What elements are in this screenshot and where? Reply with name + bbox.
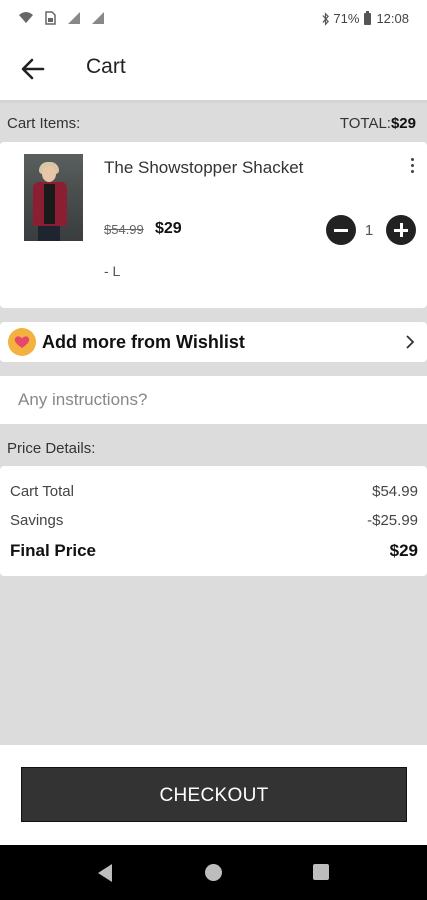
bluetooth-icon — [322, 11, 330, 26]
instructions-input[interactable] — [0, 376, 427, 424]
final-price-row: Final Price $29 — [10, 541, 418, 561]
final-price-value: $29 — [389, 541, 418, 560]
checkout-bar: CHECKOUT — [0, 745, 427, 845]
wishlist-label[interactable]: Add more from Wishlist — [42, 332, 245, 353]
decrease-quantity-button[interactable] — [326, 215, 356, 245]
sim-icon — [45, 11, 56, 25]
checkout-button[interactable]: CHECKOUT — [21, 767, 407, 822]
quantity-value: 1 — [364, 222, 374, 239]
increase-quantity-button[interactable] — [386, 215, 416, 245]
heart-icon — [8, 328, 36, 356]
savings-row: Savings -$25.99 — [10, 512, 418, 529]
product-image[interactable] — [24, 154, 83, 241]
sale-price: $29 — [155, 220, 182, 237]
price-details-label: Price Details: — [7, 440, 96, 457]
status-icons-left — [18, 10, 106, 26]
original-price: $54.99 — [104, 222, 144, 237]
clock: 12:08 — [376, 11, 409, 26]
cart-items-header: Cart Items: TOTAL:$29 — [0, 103, 427, 141]
final-price-label: Final Price — [10, 541, 96, 560]
more-options-icon[interactable] — [409, 158, 415, 174]
cart-items-label: Cart Items: — [7, 115, 81, 132]
cart-total-value: $54.99 — [372, 483, 418, 500]
battery-percent: 71% — [333, 11, 360, 26]
product-size: - L — [104, 263, 121, 279]
signal-icon — [92, 12, 104, 24]
instructions-container — [0, 376, 427, 424]
cart-item-card[interactable]: The Showstopper Shacket $54.99 $29 1 - L — [0, 142, 427, 308]
page-title: Cart — [86, 55, 126, 78]
price-details-header: Price Details: — [0, 428, 427, 466]
cart-total-summary: TOTAL:$29 — [340, 115, 416, 132]
total-label: TOTAL: — [339, 115, 391, 132]
status-bar: 71% 12:08 — [0, 0, 427, 38]
wifi-icon — [19, 12, 33, 23]
savings-value: -$25.99 — [367, 512, 418, 529]
nav-recents-icon[interactable] — [313, 864, 329, 880]
chevron-right-icon[interactable] — [405, 335, 415, 349]
nav-home-icon[interactable] — [205, 864, 222, 881]
cart-total-row: Cart Total $54.99 — [10, 483, 418, 500]
signal-icon — [68, 12, 80, 24]
nav-back-icon[interactable] — [96, 863, 114, 883]
system-navigation-bar — [0, 845, 427, 900]
cart-total-label: Cart Total — [10, 483, 74, 500]
savings-label: Savings — [10, 512, 64, 529]
price-details-card: Cart Total $54.99 Savings -$25.99 Final … — [0, 466, 427, 576]
battery-icon — [364, 10, 372, 25]
add-from-wishlist-row[interactable]: Add more from Wishlist — [0, 322, 427, 362]
status-icons-right: 71% 12:08 — [321, 10, 409, 26]
total-value: $29 — [390, 115, 416, 132]
product-name[interactable]: The Showstopper Shacket — [104, 158, 303, 178]
app-bar: Cart — [0, 38, 427, 103]
back-arrow-icon[interactable] — [18, 54, 48, 84]
